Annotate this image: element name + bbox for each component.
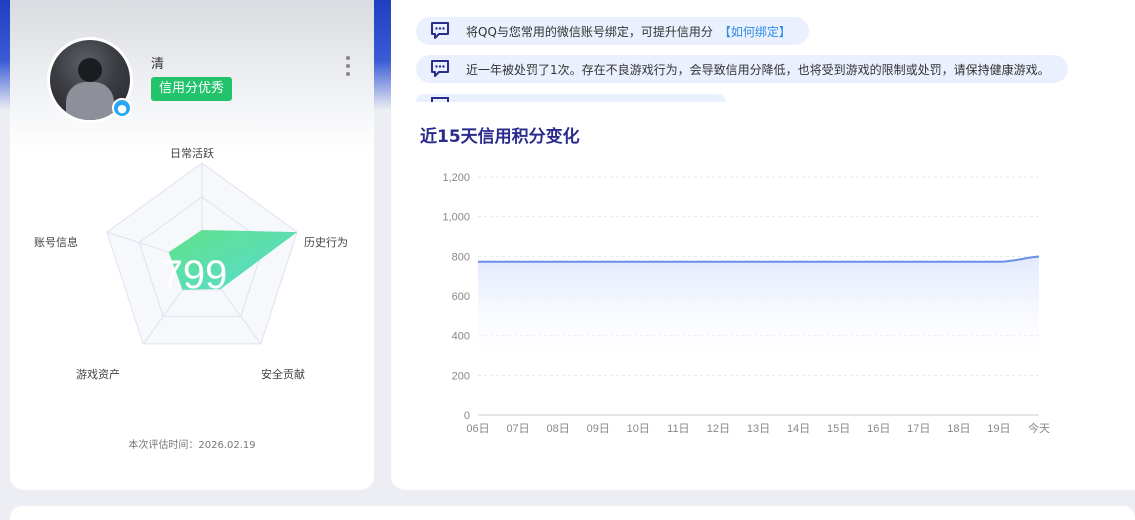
y-tick-label: 800 bbox=[452, 251, 470, 263]
x-tick-label: 13日 bbox=[747, 423, 770, 435]
chart-line bbox=[478, 255, 1040, 263]
x-tick-label: 19日 bbox=[987, 423, 1010, 435]
message-icon bbox=[431, 22, 449, 39]
credit-score: 799 bbox=[161, 253, 228, 297]
x-tick-label: 09日 bbox=[587, 423, 610, 435]
x-tick-label: 16日 bbox=[867, 423, 890, 435]
credit-detail-card: 将QQ与您常用的微信账号绑定，可提升信用分 【如何绑定】 近一年被处罚了1次。存… bbox=[391, 0, 1135, 490]
profile-card: ● 清 信用分优秀 799 日常活跃 历史行为 安全贡献 游戏资产 账号信息 本… bbox=[10, 0, 374, 490]
radar-label-history: 历史行为 bbox=[304, 236, 348, 249]
radar-label-game-assets: 游戏资产 bbox=[76, 368, 120, 381]
x-tick-label: 15日 bbox=[827, 423, 850, 435]
x-tick-label: 18日 bbox=[947, 423, 970, 435]
credit-radar-chart: 799 bbox=[106, 162, 298, 345]
x-tick-label: 06日 bbox=[466, 423, 489, 435]
credit-level-badge: 信用分优秀 bbox=[151, 77, 233, 101]
notice-penalty: 近一年被处罚了1次。存在不良游戏行为，会导致信用分降低，也将受到游戏的限制或处罚… bbox=[416, 55, 1068, 83]
y-tick-label: 1,200 bbox=[442, 172, 470, 184]
x-tick-label: 17日 bbox=[907, 423, 930, 435]
x-tick-label: 11日 bbox=[667, 423, 689, 435]
more-options-icon[interactable] bbox=[340, 54, 356, 78]
radar-label-account-info: 账号信息 bbox=[34, 236, 78, 249]
user-name: 清 bbox=[151, 57, 165, 72]
notice-bind-wechat: 将QQ与您常用的微信账号绑定，可提升信用分 【如何绑定】 bbox=[416, 17, 809, 45]
x-tick-label: 07日 bbox=[506, 423, 529, 435]
y-tick-label: 0 bbox=[464, 410, 470, 422]
message-icon bbox=[431, 97, 449, 102]
x-tick-label: 14日 bbox=[787, 423, 810, 435]
notice-text: 近一年被处罚了1次。存在不良游戏行为，会导致信用分降低，也将受到游戏的限制或处罚… bbox=[466, 62, 1050, 77]
x-tick-label: 08日 bbox=[547, 423, 570, 435]
y-tick-label: 400 bbox=[452, 331, 470, 343]
how-to-bind-link[interactable]: 【如何绑定】 bbox=[719, 23, 791, 40]
radar-label-security: 安全贡献 bbox=[261, 368, 305, 381]
qq-penguin-icon: ● bbox=[112, 98, 132, 118]
x-tick-label: 10日 bbox=[627, 423, 650, 435]
y-tick-label: 200 bbox=[452, 370, 470, 382]
credit-score-chart: 0 200 400 600 800 1,000 1,200 06日 07日 08日 09日 10日 1… bbox=[442, 172, 1050, 435]
chart-title: 近15天信用积分变化 bbox=[420, 127, 580, 147]
notice-text: 将QQ与您常用的微信账号绑定，可提升信用分 bbox=[466, 24, 713, 39]
x-tick-label: 今天 bbox=[1028, 421, 1050, 435]
y-tick-label: 600 bbox=[452, 291, 470, 303]
evaluation-time: 本次评估时间：2026.02.19 bbox=[128, 440, 256, 451]
x-tick-label: 12日 bbox=[707, 423, 730, 435]
chart-area bbox=[478, 256, 1039, 360]
radar-label-daily-activity: 日常活跃 bbox=[170, 147, 214, 160]
y-tick-label: 1,000 bbox=[442, 212, 470, 224]
bottom-card bbox=[10, 506, 1135, 520]
message-icon bbox=[431, 60, 449, 77]
notice-partial bbox=[416, 94, 726, 102]
